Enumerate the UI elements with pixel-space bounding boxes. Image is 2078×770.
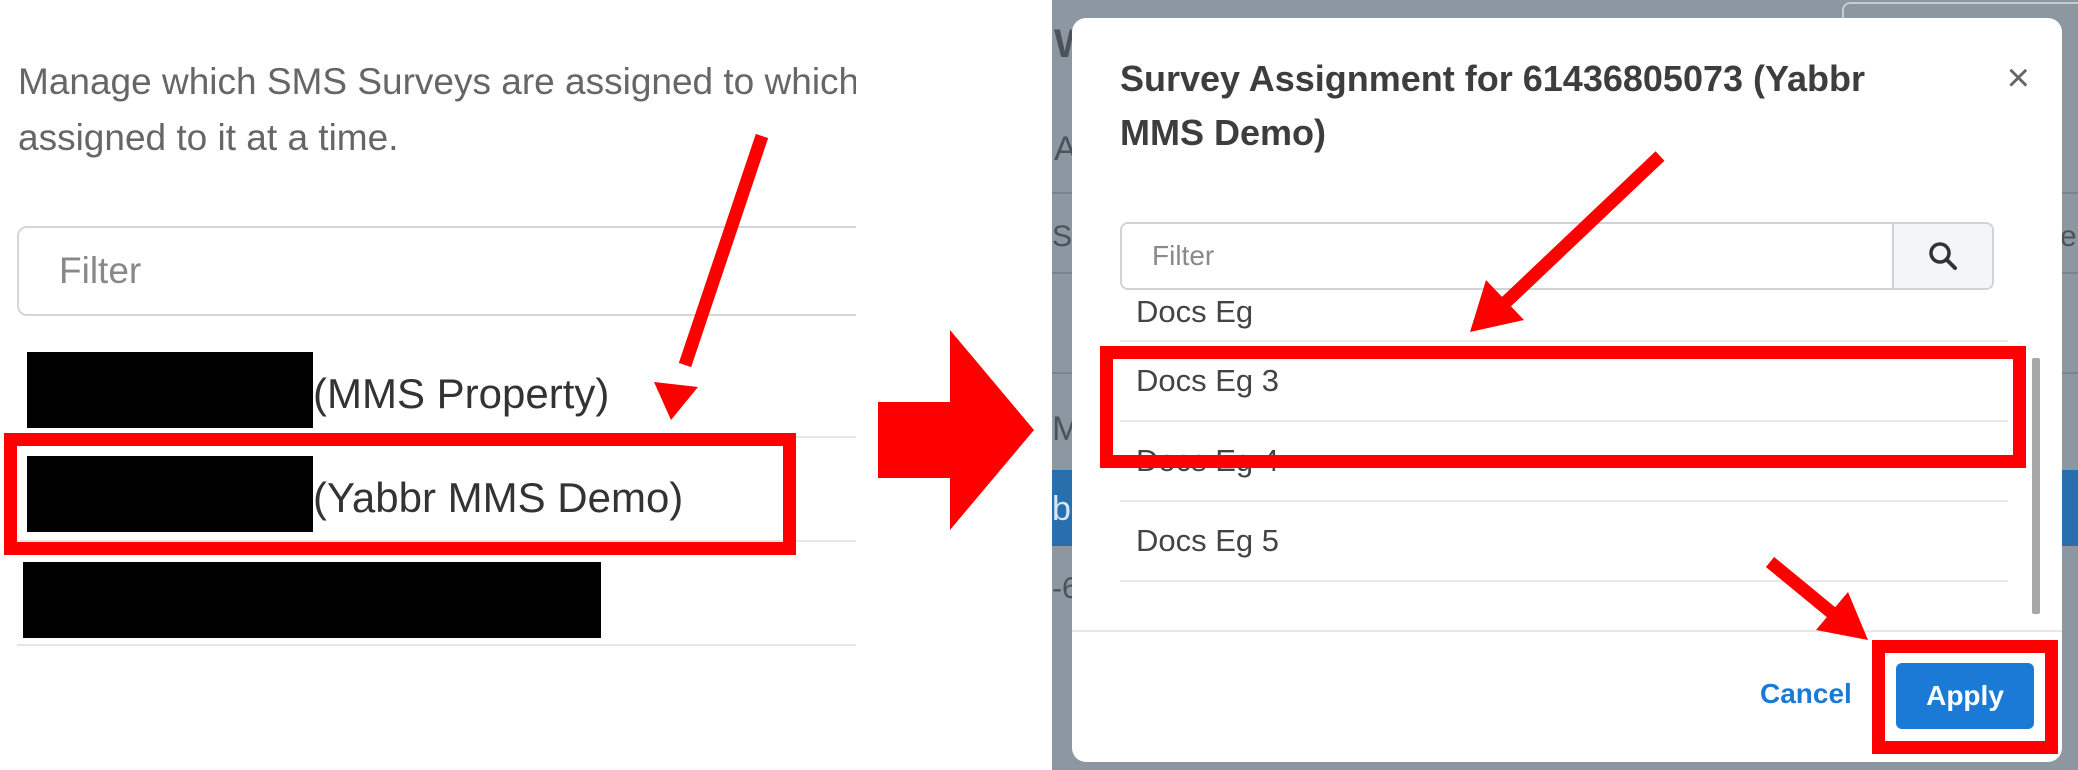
modal-filter-input[interactable] bbox=[1122, 224, 1892, 288]
background-text: e bbox=[2060, 220, 2077, 253]
background-text: b bbox=[1052, 490, 1071, 528]
cancel-button[interactable]: Cancel bbox=[1760, 678, 1852, 710]
list-item[interactable] bbox=[17, 542, 856, 646]
survey-list-item[interactable]: Docs Eg 5 bbox=[1120, 502, 2008, 582]
modal-filter-group bbox=[1120, 222, 1994, 290]
highlight-box bbox=[4, 433, 796, 555]
redaction-block bbox=[23, 562, 601, 638]
list-item[interactable]: (MMS Property) bbox=[17, 334, 856, 438]
modal-title: Survey Assignment for 61436805073 (Yabbr… bbox=[1120, 58, 1866, 153]
left-panel: Manage which SMS Surveys are assigned to… bbox=[0, 0, 856, 770]
highlight-box bbox=[1872, 640, 2058, 754]
survey-list-item[interactable]: Docs Eg bbox=[1120, 300, 2008, 342]
survey-filter-input[interactable] bbox=[17, 226, 856, 316]
search-button[interactable] bbox=[1892, 224, 1992, 288]
transition-arrow-icon bbox=[878, 330, 1034, 530]
search-icon bbox=[1929, 242, 1957, 270]
modal-footer-divider bbox=[1072, 630, 2062, 632]
highlight-box bbox=[1100, 346, 2026, 468]
page-description: Manage which SMS Surveys are assigned to… bbox=[18, 61, 856, 158]
list-item-label: (MMS Property) bbox=[313, 370, 610, 417]
close-icon[interactable]: × bbox=[2007, 58, 2030, 98]
list-scrollbar[interactable] bbox=[2032, 358, 2040, 614]
redaction-block bbox=[27, 352, 313, 428]
